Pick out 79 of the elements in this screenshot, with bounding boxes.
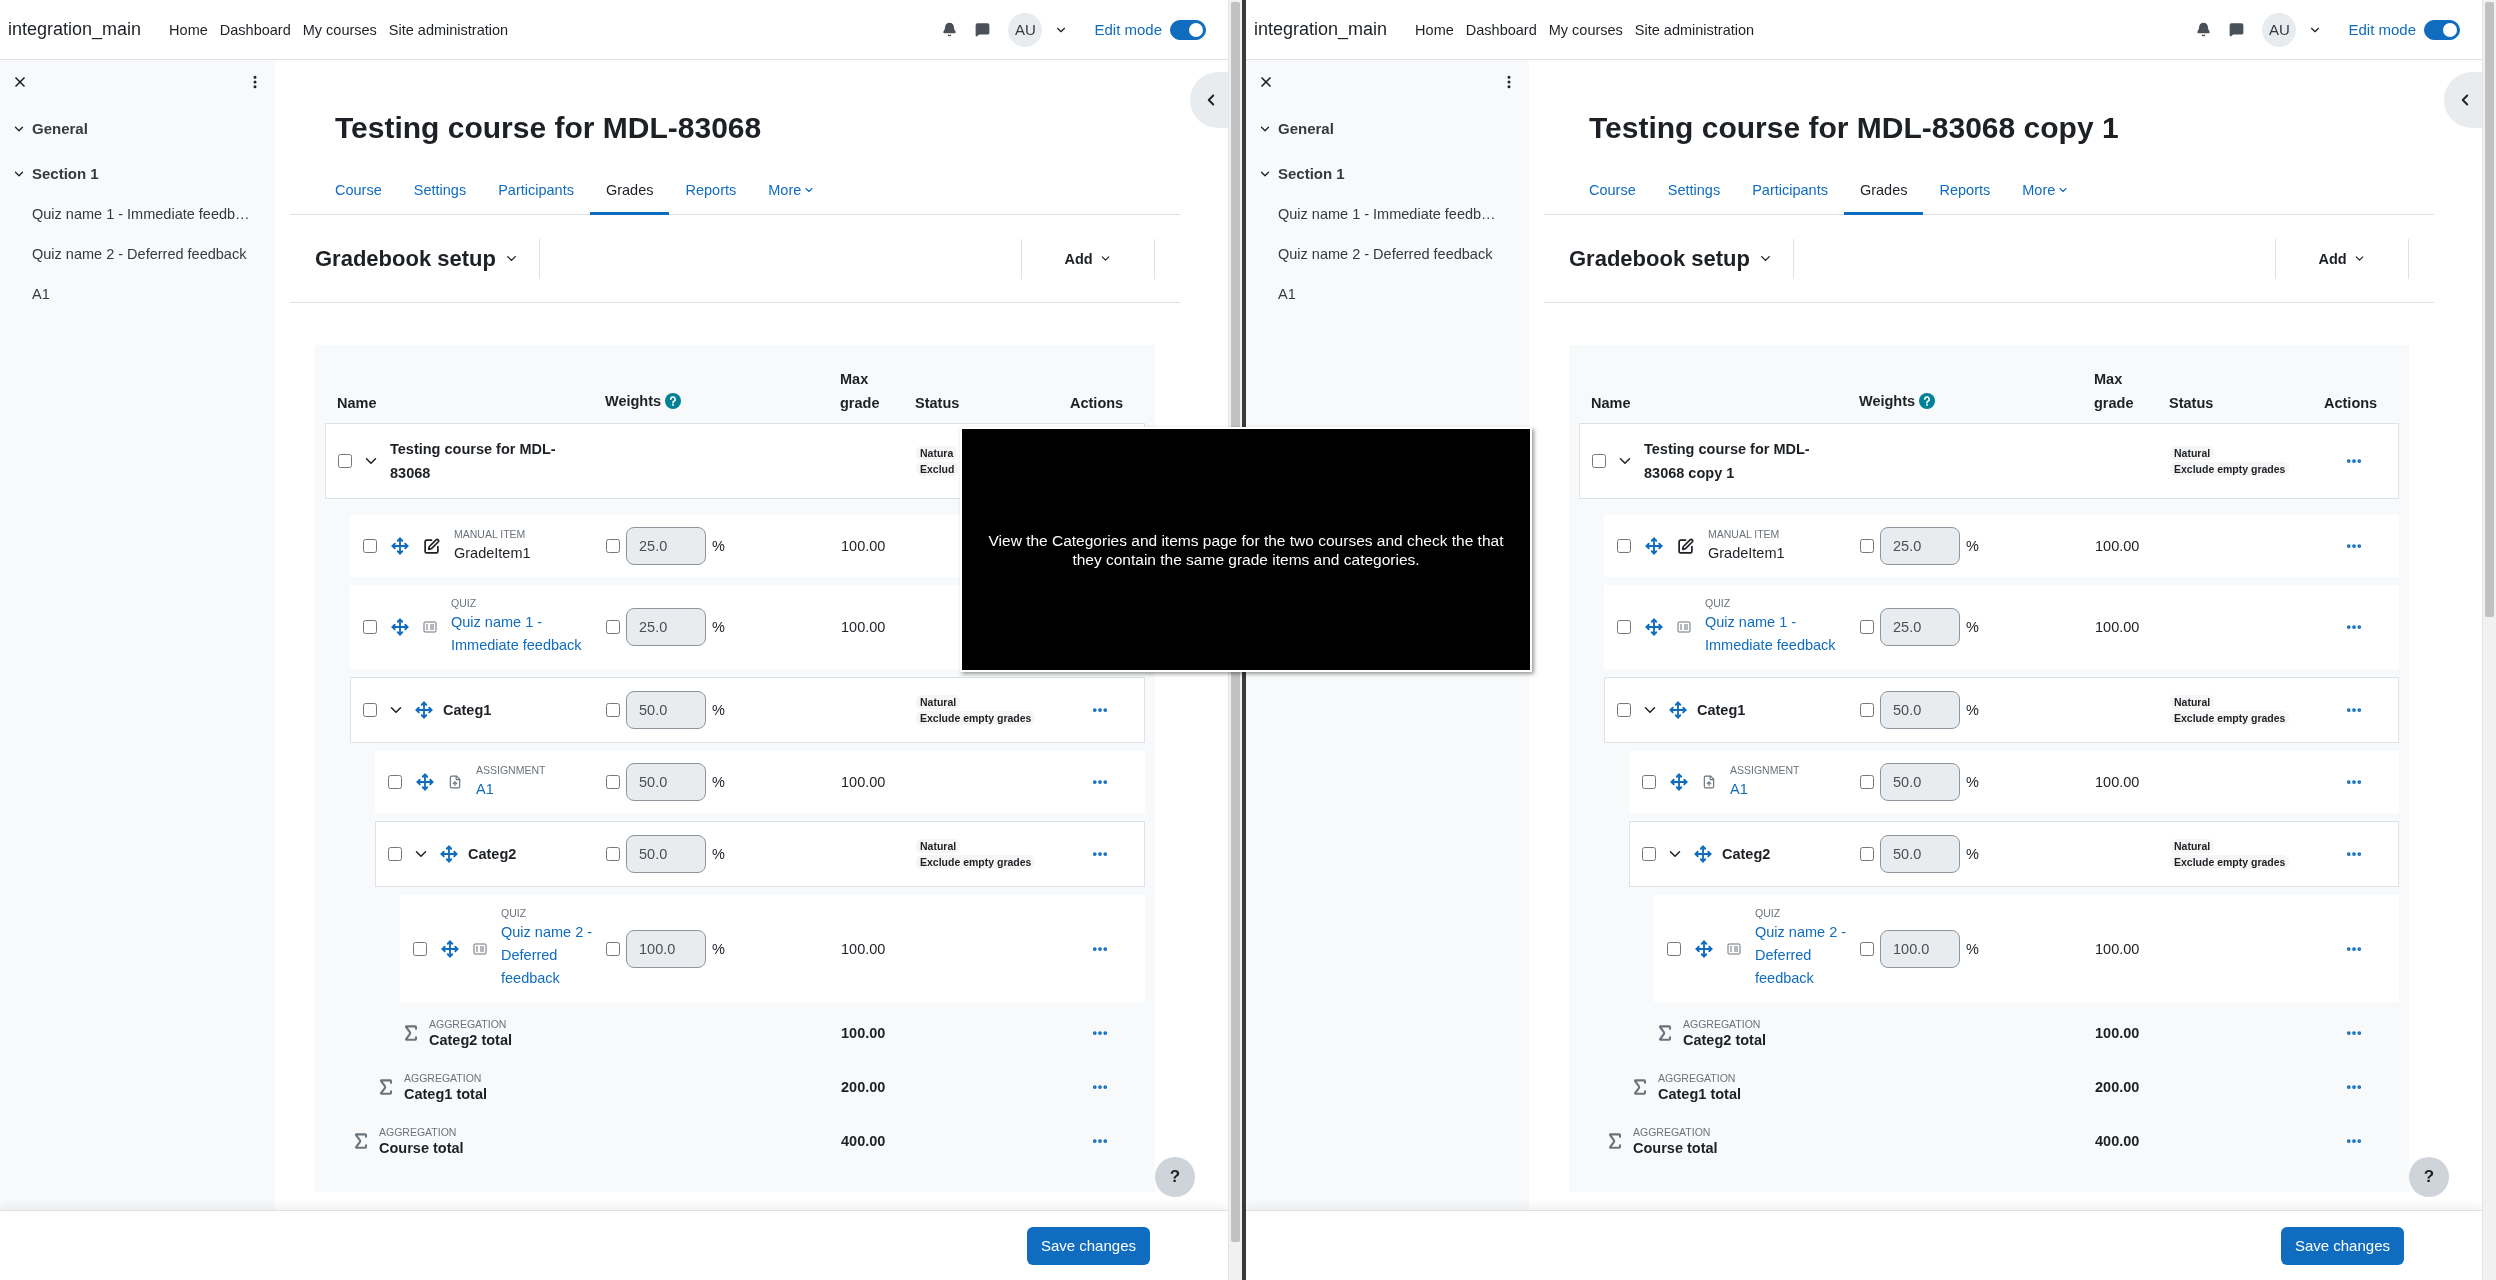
edit-mode-label: Edit mode <box>1094 21 1162 38</box>
status-badge: Natural <box>2170 446 2215 460</box>
status-badge: Natural <box>2170 695 2215 709</box>
status-badge: Exclude empty grades <box>2170 711 2290 725</box>
course-title: Testing course for MDL-83068 <box>335 110 763 146</box>
max-grade: 400.00 <box>2095 1133 2141 1149</box>
percent-unit: % <box>712 940 725 957</box>
status-badge: Exclude empty grades <box>916 855 1036 869</box>
item-type-label: MANUAL ITEM <box>454 527 527 540</box>
max-grade: 200.00 <box>2095 1079 2141 1095</box>
max-grade: 100.00 <box>841 774 887 790</box>
column-header: Actions <box>1070 394 1125 413</box>
item-type-label: AGGREGATION <box>1658 1072 1737 1084</box>
column-header: Actions <box>2324 394 2379 413</box>
max-grade: 100.00 <box>2095 774 2141 790</box>
max-grade: 400.00 <box>841 1133 887 1149</box>
percent-unit: % <box>1966 538 1979 554</box>
item-type-label: MANUAL ITEM <box>1708 527 1781 540</box>
category-name: Categ2 <box>1722 845 1771 864</box>
max-grade: 100.00 <box>2095 940 2141 957</box>
item-type-label: AGGREGATION <box>379 1126 458 1138</box>
column-header: Weights <box>605 392 662 411</box>
max-grade: 200.00 <box>841 1079 887 1095</box>
percent-unit: % <box>712 702 725 718</box>
status-badge: Natural <box>916 839 961 853</box>
max-grade: 100.00 <box>841 1025 887 1041</box>
status-badge: Exclude empty grades <box>916 711 1036 725</box>
total-name: Categ2 total <box>1683 1032 1766 1048</box>
edit-mode-label: Edit mode <box>2348 21 2416 38</box>
max-grade: 100.00 <box>2095 1025 2141 1041</box>
item-type-label: AGGREGATION <box>429 1018 508 1030</box>
status-badge: Exclude empty grades <box>2170 855 2290 869</box>
total-name: Course total <box>379 1140 464 1156</box>
total-name: Categ1 total <box>1658 1086 1741 1102</box>
category-name: Testing course for MDL-83068 copy 1 <box>1644 440 1811 483</box>
max-grade: 100.00 <box>841 619 887 635</box>
percent-unit: % <box>1966 702 1979 718</box>
column-header: Max grade <box>2094 370 2135 413</box>
percent-unit: % <box>712 619 725 635</box>
percent-unit: % <box>1966 774 1979 790</box>
percent-unit: % <box>1966 619 1979 635</box>
column-header: Name <box>1591 394 1632 413</box>
column-header: Weights <box>1859 392 1916 411</box>
item-type-label: AGGREGATION <box>1633 1126 1712 1138</box>
max-grade: 100.00 <box>841 538 887 554</box>
instruction-text: View the Categories and items page for the two courses and check the that they contain the same grade items and categories. <box>987 530 1505 569</box>
percent-unit: % <box>1966 940 1979 957</box>
item-type-label: ASSIGNMENT <box>1730 763 1800 776</box>
percent-unit: % <box>712 538 725 554</box>
total-name: Categ1 total <box>404 1086 487 1102</box>
max-grade: 100.00 <box>2095 538 2141 554</box>
column-header: Status <box>2169 394 2215 413</box>
total-name: Categ2 total <box>429 1032 512 1048</box>
category-name: Categ1 <box>443 701 492 720</box>
max-grade: 100.00 <box>841 940 887 957</box>
item-type-label: QUIZ <box>451 597 478 609</box>
max-grade: 100.00 <box>2095 619 2141 635</box>
column-header: Name <box>337 394 378 413</box>
column-header: Max grade <box>840 370 881 413</box>
category-name: Categ2 <box>468 845 517 864</box>
status-badge: Exclud <box>916 462 959 476</box>
item-type-label: ASSIGNMENT <box>476 763 546 776</box>
status-badge: Exclude empty grades <box>2170 462 2290 476</box>
percent-unit: % <box>712 846 725 862</box>
item-type-label: AGGREGATION <box>404 1072 483 1084</box>
course-title: Testing course for MDL-83068 copy 1 <box>1589 110 2120 146</box>
item-type-label: QUIZ <box>1705 597 1732 609</box>
status-badge: Natural <box>916 695 961 709</box>
status-badge: Natural <box>2170 839 2215 853</box>
item-type-label: QUIZ <box>501 907 528 919</box>
item-type-label: QUIZ <box>1755 907 1782 919</box>
category-name: Testing course for MDL-83068 <box>390 440 557 483</box>
category-name: Categ1 <box>1697 701 1746 720</box>
percent-unit: % <box>712 774 725 790</box>
status-badge: Natura <box>916 446 958 460</box>
percent-unit: % <box>1966 846 1979 862</box>
total-name: Course total <box>1633 1140 1718 1156</box>
column-header: Status <box>915 394 961 413</box>
item-type-label: AGGREGATION <box>1683 1018 1762 1030</box>
